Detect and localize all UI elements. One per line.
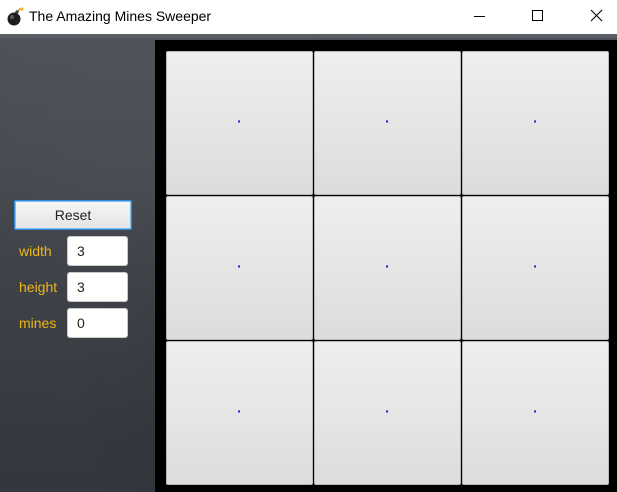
cell-mark: · bbox=[385, 258, 390, 274]
height-field[interactable]: 3 bbox=[67, 272, 128, 302]
cell-mark: · bbox=[237, 403, 242, 419]
close-button[interactable] bbox=[571, 0, 617, 33]
bomb-icon bbox=[6, 7, 24, 27]
main-content: Reset width 3 height 3 mines 0 · · · · ·… bbox=[0, 34, 617, 492]
minimize-icon bbox=[474, 16, 485, 17]
cell-mark: · bbox=[237, 113, 242, 129]
board-cell[interactable]: · bbox=[314, 51, 461, 195]
app-window: The Amazing Mines Sweeper Reset width 3 … bbox=[0, 0, 617, 492]
board-cell[interactable]: · bbox=[462, 341, 609, 485]
title-bar[interactable]: The Amazing Mines Sweeper bbox=[0, 0, 617, 34]
board-cell[interactable]: · bbox=[314, 341, 461, 485]
cell-mark: · bbox=[385, 403, 390, 419]
board-cell[interactable]: · bbox=[314, 196, 461, 340]
cell-mark: · bbox=[533, 258, 538, 274]
maximize-icon bbox=[532, 10, 543, 21]
board-cell[interactable]: · bbox=[166, 196, 313, 340]
cell-mark: · bbox=[533, 113, 538, 129]
top-strip bbox=[0, 34, 617, 38]
board-cell[interactable]: · bbox=[166, 341, 313, 485]
close-icon bbox=[590, 9, 603, 22]
cell-mark: · bbox=[533, 403, 538, 419]
board-cell[interactable]: · bbox=[462, 51, 609, 195]
board-cell[interactable]: · bbox=[166, 51, 313, 195]
width-field[interactable]: 3 bbox=[67, 236, 128, 266]
height-label: height bbox=[19, 279, 58, 295]
cell-mark: · bbox=[385, 113, 390, 129]
width-label: width bbox=[19, 243, 52, 259]
mines-field[interactable]: 0 bbox=[67, 308, 128, 338]
mine-board: · · · · · · · · · bbox=[155, 40, 617, 492]
cell-mark: · bbox=[237, 258, 242, 274]
maximize-button[interactable] bbox=[514, 0, 560, 33]
reset-button[interactable]: Reset bbox=[14, 200, 132, 230]
window-title: The Amazing Mines Sweeper bbox=[29, 8, 212, 24]
mines-label: mines bbox=[19, 315, 57, 331]
board-cell[interactable]: · bbox=[462, 196, 609, 340]
minimize-button[interactable] bbox=[457, 0, 503, 33]
